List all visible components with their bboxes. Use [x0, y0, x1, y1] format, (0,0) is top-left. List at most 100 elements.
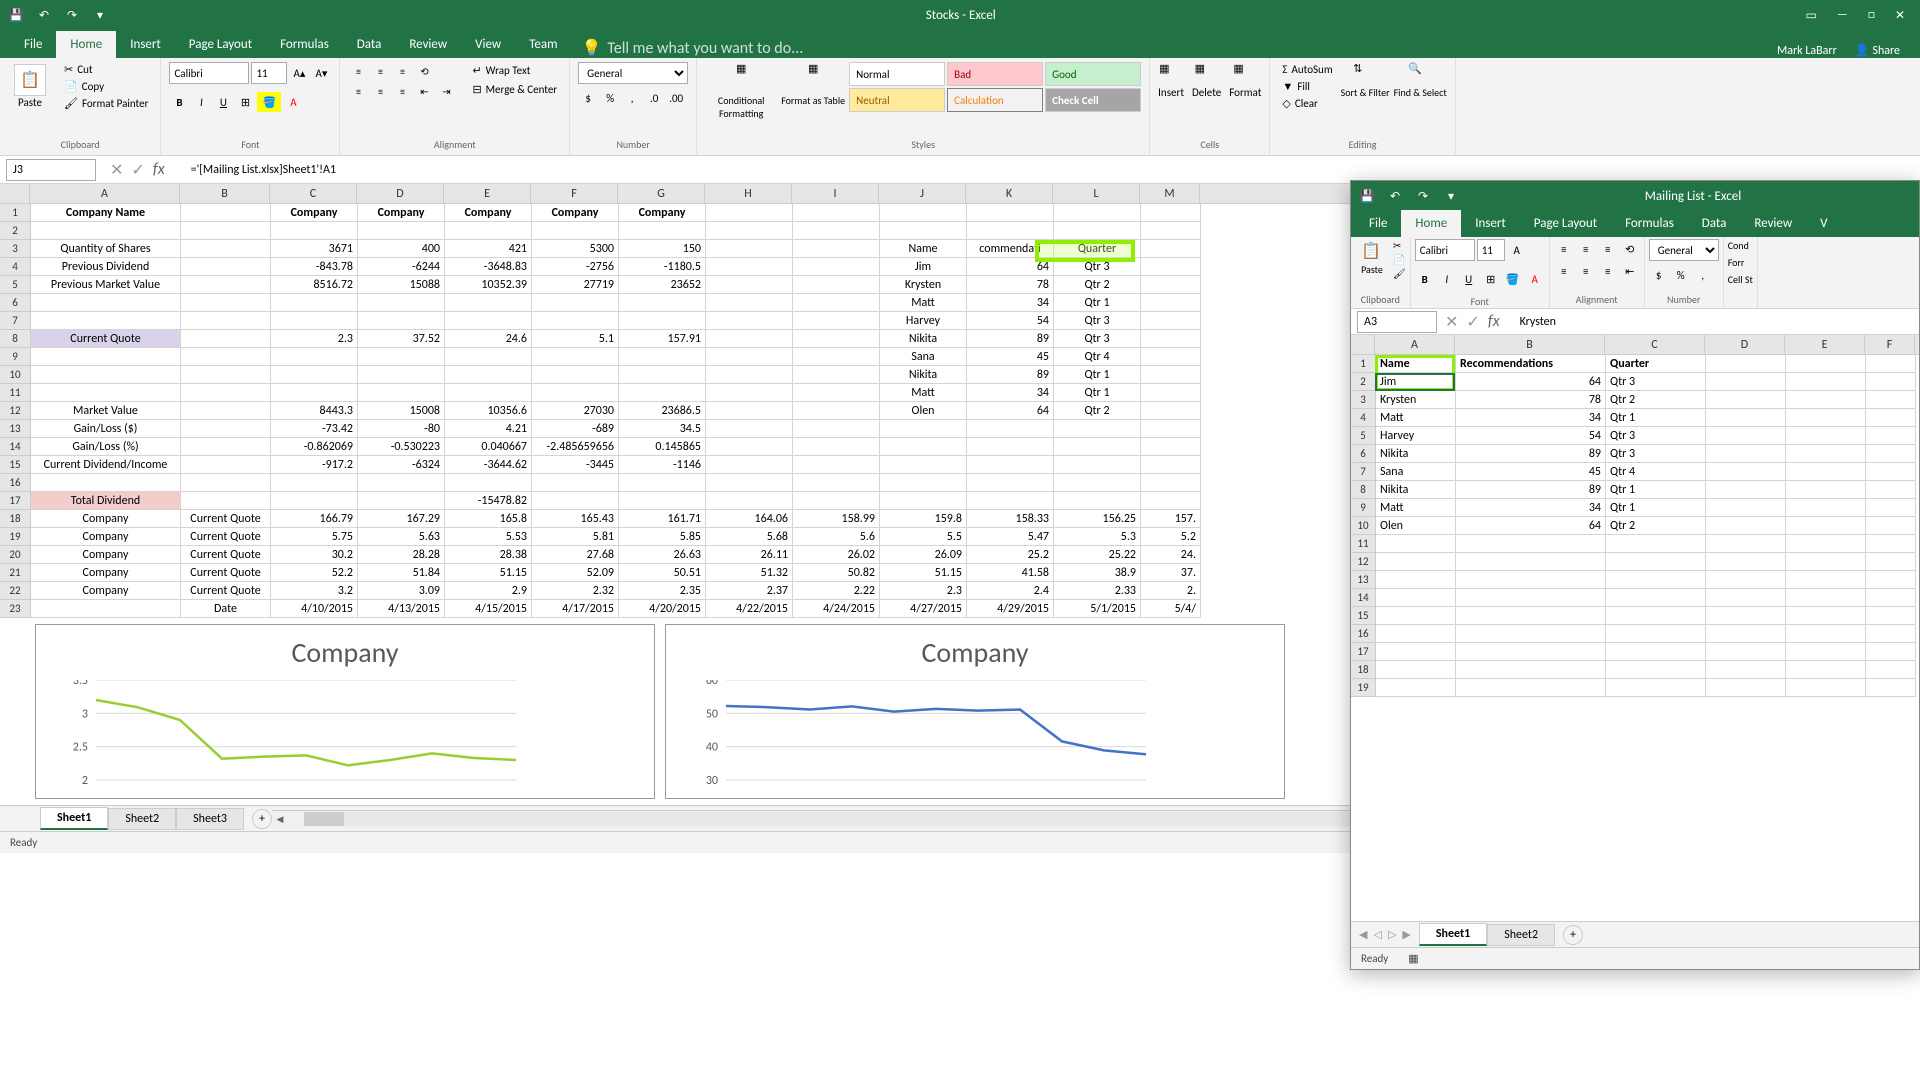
- cell-B21[interactable]: Current Quote: [181, 564, 271, 582]
- sec-sheet-tab-2[interactable]: Sheet2: [1487, 924, 1555, 946]
- sec-cell-F19[interactable]: [1866, 679, 1916, 697]
- sec-cell-A17[interactable]: [1376, 643, 1456, 661]
- cell-F12[interactable]: 27030: [532, 402, 619, 420]
- sec-align-bl[interactable]: ≡: [1554, 261, 1574, 281]
- col-header-J[interactable]: J: [879, 184, 966, 203]
- font-color-button[interactable]: A: [283, 92, 303, 112]
- col-header-D[interactable]: D: [357, 184, 444, 203]
- cell-L23[interactable]: 5/1/2015: [1054, 600, 1141, 618]
- cell-C23[interactable]: 4/10/2015: [271, 600, 358, 618]
- fx-icon[interactable]: fx: [153, 160, 171, 180]
- cell-L11[interactable]: Qtr 1: [1054, 384, 1141, 402]
- delete-cells-button[interactable]: ▦Delete: [1192, 62, 1221, 136]
- name-box[interactable]: J3: [6, 159, 96, 181]
- qat-dropdown-icon[interactable]: ▾: [92, 7, 108, 23]
- sec-cell-F17[interactable]: [1866, 643, 1916, 661]
- sec-tab-page-layout[interactable]: Page Layout: [1520, 210, 1611, 237]
- cell-D23[interactable]: 4/13/2015: [358, 600, 445, 618]
- cell-E13[interactable]: 4.21: [445, 420, 532, 438]
- cell-G9[interactable]: [619, 348, 706, 366]
- sec-cell-D5[interactable]: [1706, 427, 1786, 445]
- sec-cell-C1[interactable]: Quarter: [1606, 355, 1706, 373]
- cell-A14[interactable]: Gain/Loss (%): [31, 438, 181, 456]
- sec-row-header-4[interactable]: 4: [1351, 409, 1375, 427]
- cell-M17[interactable]: [1141, 492, 1201, 510]
- cell-C21[interactable]: 52.2: [271, 564, 358, 582]
- cell-K7[interactable]: 54: [967, 312, 1054, 330]
- tab-formulas[interactable]: Formulas: [266, 31, 343, 58]
- sec-borders[interactable]: ⊞: [1481, 269, 1501, 289]
- paste-button[interactable]: 📋 Paste: [8, 62, 52, 136]
- sec-cell-B2[interactable]: 64: [1456, 373, 1606, 391]
- col-header-F[interactable]: F: [531, 184, 618, 203]
- sec-nav-first-icon[interactable]: ◀: [1359, 928, 1367, 941]
- sec-cell-D11[interactable]: [1706, 535, 1786, 553]
- cell-I9[interactable]: [793, 348, 880, 366]
- sec-tab-file[interactable]: File: [1355, 210, 1401, 237]
- sec-undo-icon[interactable]: ↶: [1387, 188, 1403, 204]
- cell-B18[interactable]: Current Quote: [181, 510, 271, 528]
- cell-B11[interactable]: [181, 384, 271, 402]
- sec-cell-C13[interactable]: [1606, 571, 1706, 589]
- sec-align-tc[interactable]: ≡: [1576, 239, 1596, 259]
- font-size-select[interactable]: [251, 62, 287, 84]
- cell-H4[interactable]: [706, 258, 793, 276]
- cell-I21[interactable]: 50.82: [793, 564, 880, 582]
- format-cells-button[interactable]: ▦Format: [1229, 62, 1261, 136]
- cell-G11[interactable]: [619, 384, 706, 402]
- cell-E3[interactable]: 421: [445, 240, 532, 258]
- cell-C2[interactable]: [271, 222, 358, 240]
- sec-col-header-D[interactable]: D: [1705, 335, 1785, 354]
- cell-G5[interactable]: 23652: [619, 276, 706, 294]
- sec-copy-icon[interactable]: 📄: [1393, 253, 1406, 266]
- sec-bold[interactable]: B: [1415, 269, 1435, 289]
- row-header-2[interactable]: 2: [0, 222, 30, 240]
- sec-cell-F16[interactable]: [1866, 625, 1916, 643]
- cell-F14[interactable]: -2.485659656: [532, 438, 619, 456]
- chart-1[interactable]: Company30405060: [665, 624, 1285, 799]
- cell-B10[interactable]: [181, 366, 271, 384]
- cell-K13[interactable]: [967, 420, 1054, 438]
- col-header-C[interactable]: C: [270, 184, 357, 203]
- cell-K6[interactable]: 34: [967, 294, 1054, 312]
- align-bottom-button[interactable]: ≡: [392, 62, 412, 80]
- cell-C4[interactable]: -843.78: [271, 258, 358, 276]
- sec-cell-D3[interactable]: [1706, 391, 1786, 409]
- row-header-22[interactable]: 22: [0, 582, 30, 600]
- row-header-4[interactable]: 4: [0, 258, 30, 276]
- cell-C14[interactable]: -0.862069: [271, 438, 358, 456]
- cell-E11[interactable]: [445, 384, 532, 402]
- sec-cell-A3[interactable]: Krysten: [1376, 391, 1456, 409]
- sec-cell-D18[interactable]: [1706, 661, 1786, 679]
- cell-A7[interactable]: [31, 312, 181, 330]
- cell-A5[interactable]: Previous Market Value: [31, 276, 181, 294]
- cell-L18[interactable]: 156.25: [1054, 510, 1141, 528]
- cell-K4[interactable]: 64: [967, 258, 1054, 276]
- cell-I2[interactable]: [793, 222, 880, 240]
- cell-I17[interactable]: [793, 492, 880, 510]
- cell-K2[interactable]: [967, 222, 1054, 240]
- sec-enter-icon[interactable]: ✓: [1466, 312, 1479, 332]
- col-header-G[interactable]: G: [618, 184, 705, 203]
- comma-button[interactable]: ,: [622, 88, 642, 108]
- autosum-button[interactable]: ΣAutoSum: [1278, 62, 1336, 77]
- cell-A1[interactable]: Company Name: [31, 204, 181, 222]
- cell-J19[interactable]: 5.5: [880, 528, 967, 546]
- cell-I12[interactable]: [793, 402, 880, 420]
- sec-col-header-F[interactable]: F: [1865, 335, 1915, 354]
- sec-font-color[interactable]: A: [1525, 269, 1545, 289]
- cell-B8[interactable]: [181, 330, 271, 348]
- format-as-table-button[interactable]: ▦Format as Table: [781, 62, 845, 136]
- cell-H16[interactable]: [706, 474, 793, 492]
- cell-L7[interactable]: Qtr 3: [1054, 312, 1141, 330]
- sec-cell-A13[interactable]: [1376, 571, 1456, 589]
- row-header-16[interactable]: 16: [0, 474, 30, 492]
- sec-cell-B18[interactable]: [1456, 661, 1606, 679]
- sec-cut-icon[interactable]: ✂: [1393, 239, 1406, 252]
- cell-J7[interactable]: Harvey: [880, 312, 967, 330]
- sec-cell-A10[interactable]: Olen: [1376, 517, 1456, 535]
- cell-K1[interactable]: [967, 204, 1054, 222]
- cell-K12[interactable]: 64: [967, 402, 1054, 420]
- cell-D20[interactable]: 28.28: [358, 546, 445, 564]
- sec-number-format[interactable]: General: [1649, 239, 1719, 261]
